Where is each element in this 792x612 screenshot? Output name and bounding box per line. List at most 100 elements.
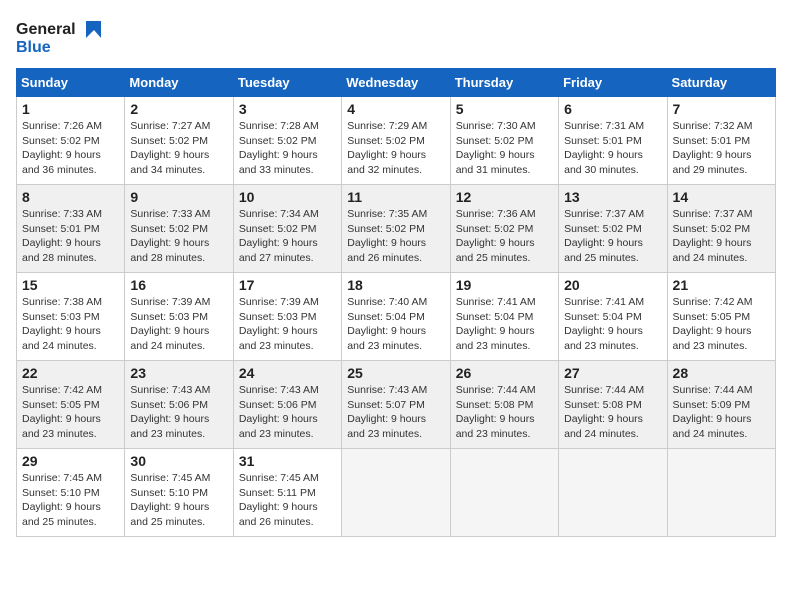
day-number: 3 — [239, 101, 336, 117]
day-info: Sunrise: 7:45 AMSunset: 5:11 PMDaylight:… — [239, 471, 336, 530]
svg-text:Blue: Blue — [16, 39, 51, 56]
day-info: Sunrise: 7:43 AMSunset: 5:06 PMDaylight:… — [239, 383, 336, 442]
day-info: Sunrise: 7:45 AMSunset: 5:10 PMDaylight:… — [130, 471, 227, 530]
calendar-cell: 29 Sunrise: 7:45 AMSunset: 5:10 PMDayligh… — [17, 449, 125, 537]
calendar-cell: 11 Sunrise: 7:35 AMSunset: 5:02 PMDayligh… — [342, 185, 450, 273]
day-number: 20 — [564, 277, 661, 293]
calendar-cell: 21 Sunrise: 7:42 AMSunset: 5:05 PMDayligh… — [667, 273, 775, 361]
calendar-header-monday: Monday — [125, 69, 233, 97]
day-info: Sunrise: 7:29 AMSunset: 5:02 PMDaylight:… — [347, 119, 444, 178]
day-number: 14 — [673, 189, 770, 205]
calendar-cell: 23 Sunrise: 7:43 AMSunset: 5:06 PMDayligh… — [125, 361, 233, 449]
day-number: 19 — [456, 277, 553, 293]
day-number: 1 — [22, 101, 119, 117]
calendar-cell: 31 Sunrise: 7:45 AMSunset: 5:11 PMDayligh… — [233, 449, 341, 537]
calendar-cell: 10 Sunrise: 7:34 AMSunset: 5:02 PMDayligh… — [233, 185, 341, 273]
day-info: Sunrise: 7:33 AMSunset: 5:01 PMDaylight:… — [22, 207, 119, 266]
day-info: Sunrise: 7:39 AMSunset: 5:03 PMDaylight:… — [239, 295, 336, 354]
day-number: 27 — [564, 365, 661, 381]
calendar-cell: 1 Sunrise: 7:26 AMSunset: 5:02 PMDaylight… — [17, 97, 125, 185]
calendar-cell: 7Sunrise: 7:32 AMSunset: 5:01 PMDaylight… — [667, 97, 775, 185]
calendar-header-sunday: Sunday — [17, 69, 125, 97]
day-number: 31 — [239, 453, 336, 469]
calendar-table: SundayMondayTuesdayWednesdayThursdayFrid… — [16, 68, 776, 537]
calendar-week-4: 22 Sunrise: 7:42 AMSunset: 5:05 PMDayligh… — [17, 361, 776, 449]
day-info: Sunrise: 7:35 AMSunset: 5:02 PMDaylight:… — [347, 207, 444, 266]
calendar-cell: 30 Sunrise: 7:45 AMSunset: 5:10 PMDayligh… — [125, 449, 233, 537]
calendar-cell: 20 Sunrise: 7:41 AMSunset: 5:04 PMDayligh… — [559, 273, 667, 361]
day-number: 2 — [130, 101, 227, 117]
calendar-cell: 25Sunrise: 7:43 AMSunset: 5:07 PMDayligh… — [342, 361, 450, 449]
day-info: Sunrise: 7:41 AMSunset: 5:04 PMDaylight:… — [564, 295, 661, 354]
day-number: 21 — [673, 277, 770, 293]
calendar-cell: 27Sunrise: 7:44 AMSunset: 5:08 PMDayligh… — [559, 361, 667, 449]
calendar-cell — [342, 449, 450, 537]
calendar-cell: 12 Sunrise: 7:36 AMSunset: 5:02 PMDayligh… — [450, 185, 558, 273]
day-info: Sunrise: 7:44 AMSunset: 5:09 PMDaylight:… — [673, 383, 770, 442]
calendar-cell: 15 Sunrise: 7:38 AMSunset: 5:03 PMDayligh… — [17, 273, 125, 361]
calendar-cell: 17 Sunrise: 7:39 AMSunset: 5:03 PMDayligh… — [233, 273, 341, 361]
day-number: 15 — [22, 277, 119, 293]
calendar-header-row: SundayMondayTuesdayWednesdayThursdayFrid… — [17, 69, 776, 97]
day-info: Sunrise: 7:37 AMSunset: 5:02 PMDaylight:… — [673, 207, 770, 266]
day-number: 25 — [347, 365, 444, 381]
day-number: 23 — [130, 365, 227, 381]
day-number: 8 — [22, 189, 119, 205]
calendar-week-1: 1 Sunrise: 7:26 AMSunset: 5:02 PMDaylight… — [17, 97, 776, 185]
calendar-cell: 9 Sunrise: 7:33 AMSunset: 5:02 PMDaylight… — [125, 185, 233, 273]
day-info: Sunrise: 7:27 AMSunset: 5:02 PMDaylight:… — [130, 119, 227, 178]
calendar-header-tuesday: Tuesday — [233, 69, 341, 97]
day-info: Sunrise: 7:41 AMSunset: 5:04 PMDaylight:… — [456, 295, 553, 354]
day-info: Sunrise: 7:39 AMSunset: 5:03 PMDaylight:… — [130, 295, 227, 354]
day-number: 24 — [239, 365, 336, 381]
day-info: Sunrise: 7:44 AMSunset: 5:08 PMDaylight:… — [456, 383, 553, 442]
calendar-cell: 19 Sunrise: 7:41 AMSunset: 5:04 PMDayligh… — [450, 273, 558, 361]
calendar-week-5: 29 Sunrise: 7:45 AMSunset: 5:10 PMDayligh… — [17, 449, 776, 537]
calendar-cell: 8 Sunrise: 7:33 AMSunset: 5:01 PMDaylight… — [17, 185, 125, 273]
calendar-cell: 6Sunrise: 7:31 AMSunset: 5:01 PMDaylight… — [559, 97, 667, 185]
calendar-cell — [667, 449, 775, 537]
day-info: Sunrise: 7:26 AMSunset: 5:02 PMDaylight:… — [22, 119, 119, 178]
logo-svg: GeneralBlue — [16, 16, 106, 60]
day-info: Sunrise: 7:42 AMSunset: 5:05 PMDaylight:… — [22, 383, 119, 442]
calendar-header-friday: Friday — [559, 69, 667, 97]
day-number: 28 — [673, 365, 770, 381]
day-info: Sunrise: 7:38 AMSunset: 5:03 PMDaylight:… — [22, 295, 119, 354]
day-number: 12 — [456, 189, 553, 205]
calendar-cell: 22 Sunrise: 7:42 AMSunset: 5:05 PMDayligh… — [17, 361, 125, 449]
calendar-cell — [559, 449, 667, 537]
calendar-header-wednesday: Wednesday — [342, 69, 450, 97]
calendar-cell — [450, 449, 558, 537]
day-info: Sunrise: 7:32 AMSunset: 5:01 PMDaylight:… — [673, 119, 770, 178]
day-info: Sunrise: 7:40 AMSunset: 5:04 PMDaylight:… — [347, 295, 444, 354]
calendar-header-thursday: Thursday — [450, 69, 558, 97]
day-info: Sunrise: 7:42 AMSunset: 5:05 PMDaylight:… — [673, 295, 770, 354]
day-number: 9 — [130, 189, 227, 205]
day-number: 17 — [239, 277, 336, 293]
calendar-cell: 5Sunrise: 7:30 AMSunset: 5:02 PMDaylight… — [450, 97, 558, 185]
day-number: 26 — [456, 365, 553, 381]
day-number: 29 — [22, 453, 119, 469]
svg-text:General: General — [16, 21, 76, 38]
day-info: Sunrise: 7:36 AMSunset: 5:02 PMDaylight:… — [456, 207, 553, 266]
calendar-cell: 14 Sunrise: 7:37 AMSunset: 5:02 PMDayligh… — [667, 185, 775, 273]
day-number: 4 — [347, 101, 444, 117]
day-info: Sunrise: 7:30 AMSunset: 5:02 PMDaylight:… — [456, 119, 553, 178]
day-info: Sunrise: 7:33 AMSunset: 5:02 PMDaylight:… — [130, 207, 227, 266]
calendar-cell: 26 Sunrise: 7:44 AMSunset: 5:08 PMDayligh… — [450, 361, 558, 449]
day-info: Sunrise: 7:45 AMSunset: 5:10 PMDaylight:… — [22, 471, 119, 530]
day-info: Sunrise: 7:28 AMSunset: 5:02 PMDaylight:… — [239, 119, 336, 178]
day-number: 13 — [564, 189, 661, 205]
calendar-cell: 2 Sunrise: 7:27 AMSunset: 5:02 PMDaylight… — [125, 97, 233, 185]
day-info: Sunrise: 7:37 AMSunset: 5:02 PMDaylight:… — [564, 207, 661, 266]
day-info: Sunrise: 7:34 AMSunset: 5:02 PMDaylight:… — [239, 207, 336, 266]
calendar-cell: 13 Sunrise: 7:37 AMSunset: 5:02 PMDayligh… — [559, 185, 667, 273]
day-number: 10 — [239, 189, 336, 205]
calendar-week-2: 8 Sunrise: 7:33 AMSunset: 5:01 PMDaylight… — [17, 185, 776, 273]
day-info: Sunrise: 7:43 AMSunset: 5:06 PMDaylight:… — [130, 383, 227, 442]
day-number: 22 — [22, 365, 119, 381]
day-number: 30 — [130, 453, 227, 469]
day-number: 11 — [347, 189, 444, 205]
day-number: 18 — [347, 277, 444, 293]
calendar-cell: 28 Sunrise: 7:44 AMSunset: 5:09 PMDayligh… — [667, 361, 775, 449]
